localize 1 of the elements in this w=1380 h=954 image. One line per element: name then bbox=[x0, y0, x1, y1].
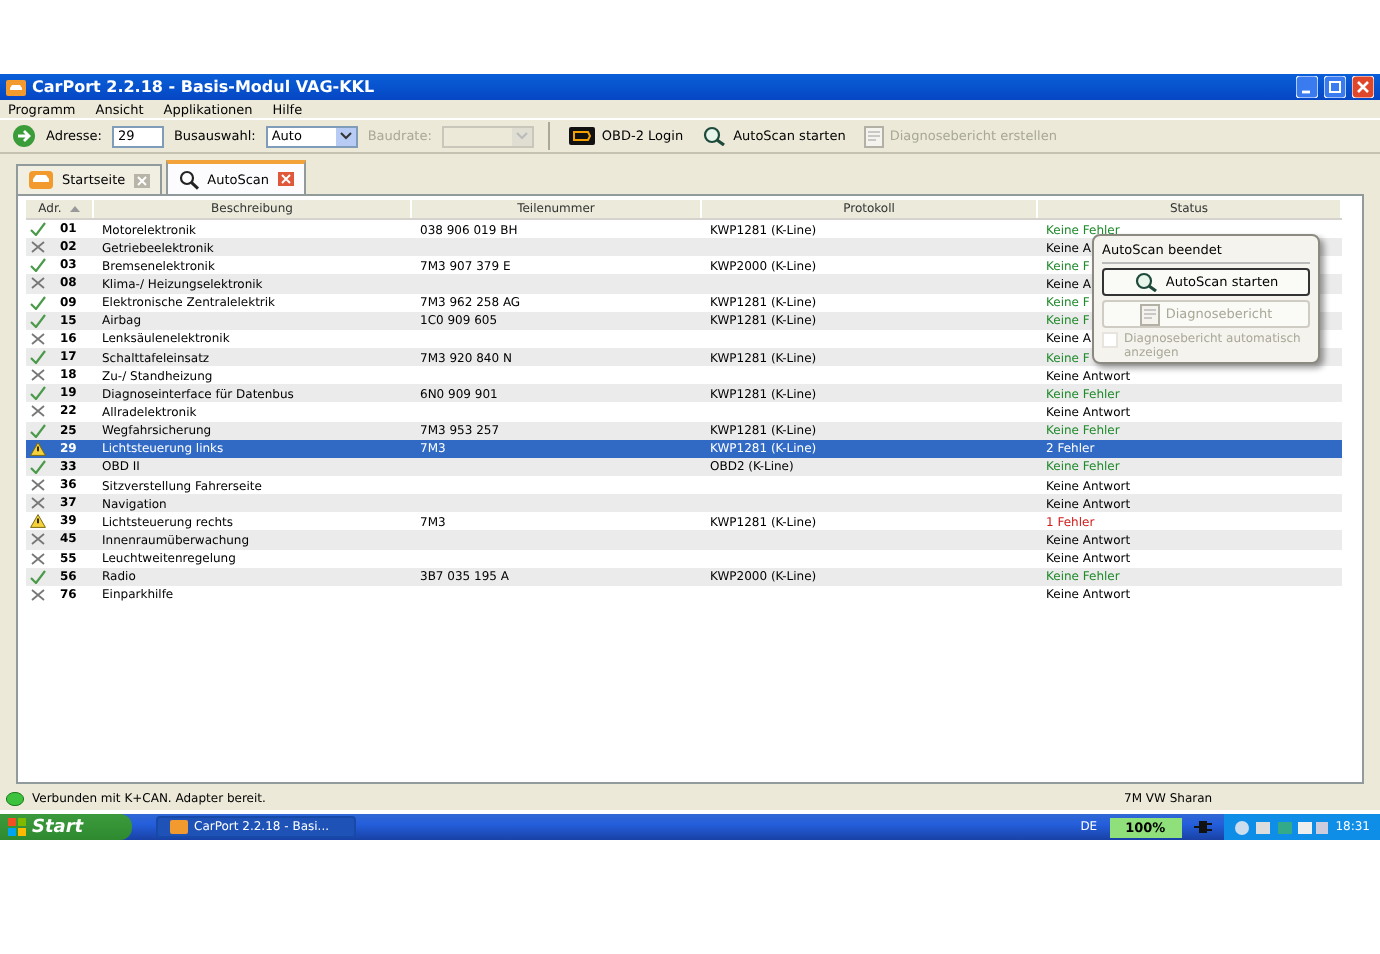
window-title: CarPort 2.2.18 - Basis-Modul VAG-KKL bbox=[32, 78, 377, 96]
